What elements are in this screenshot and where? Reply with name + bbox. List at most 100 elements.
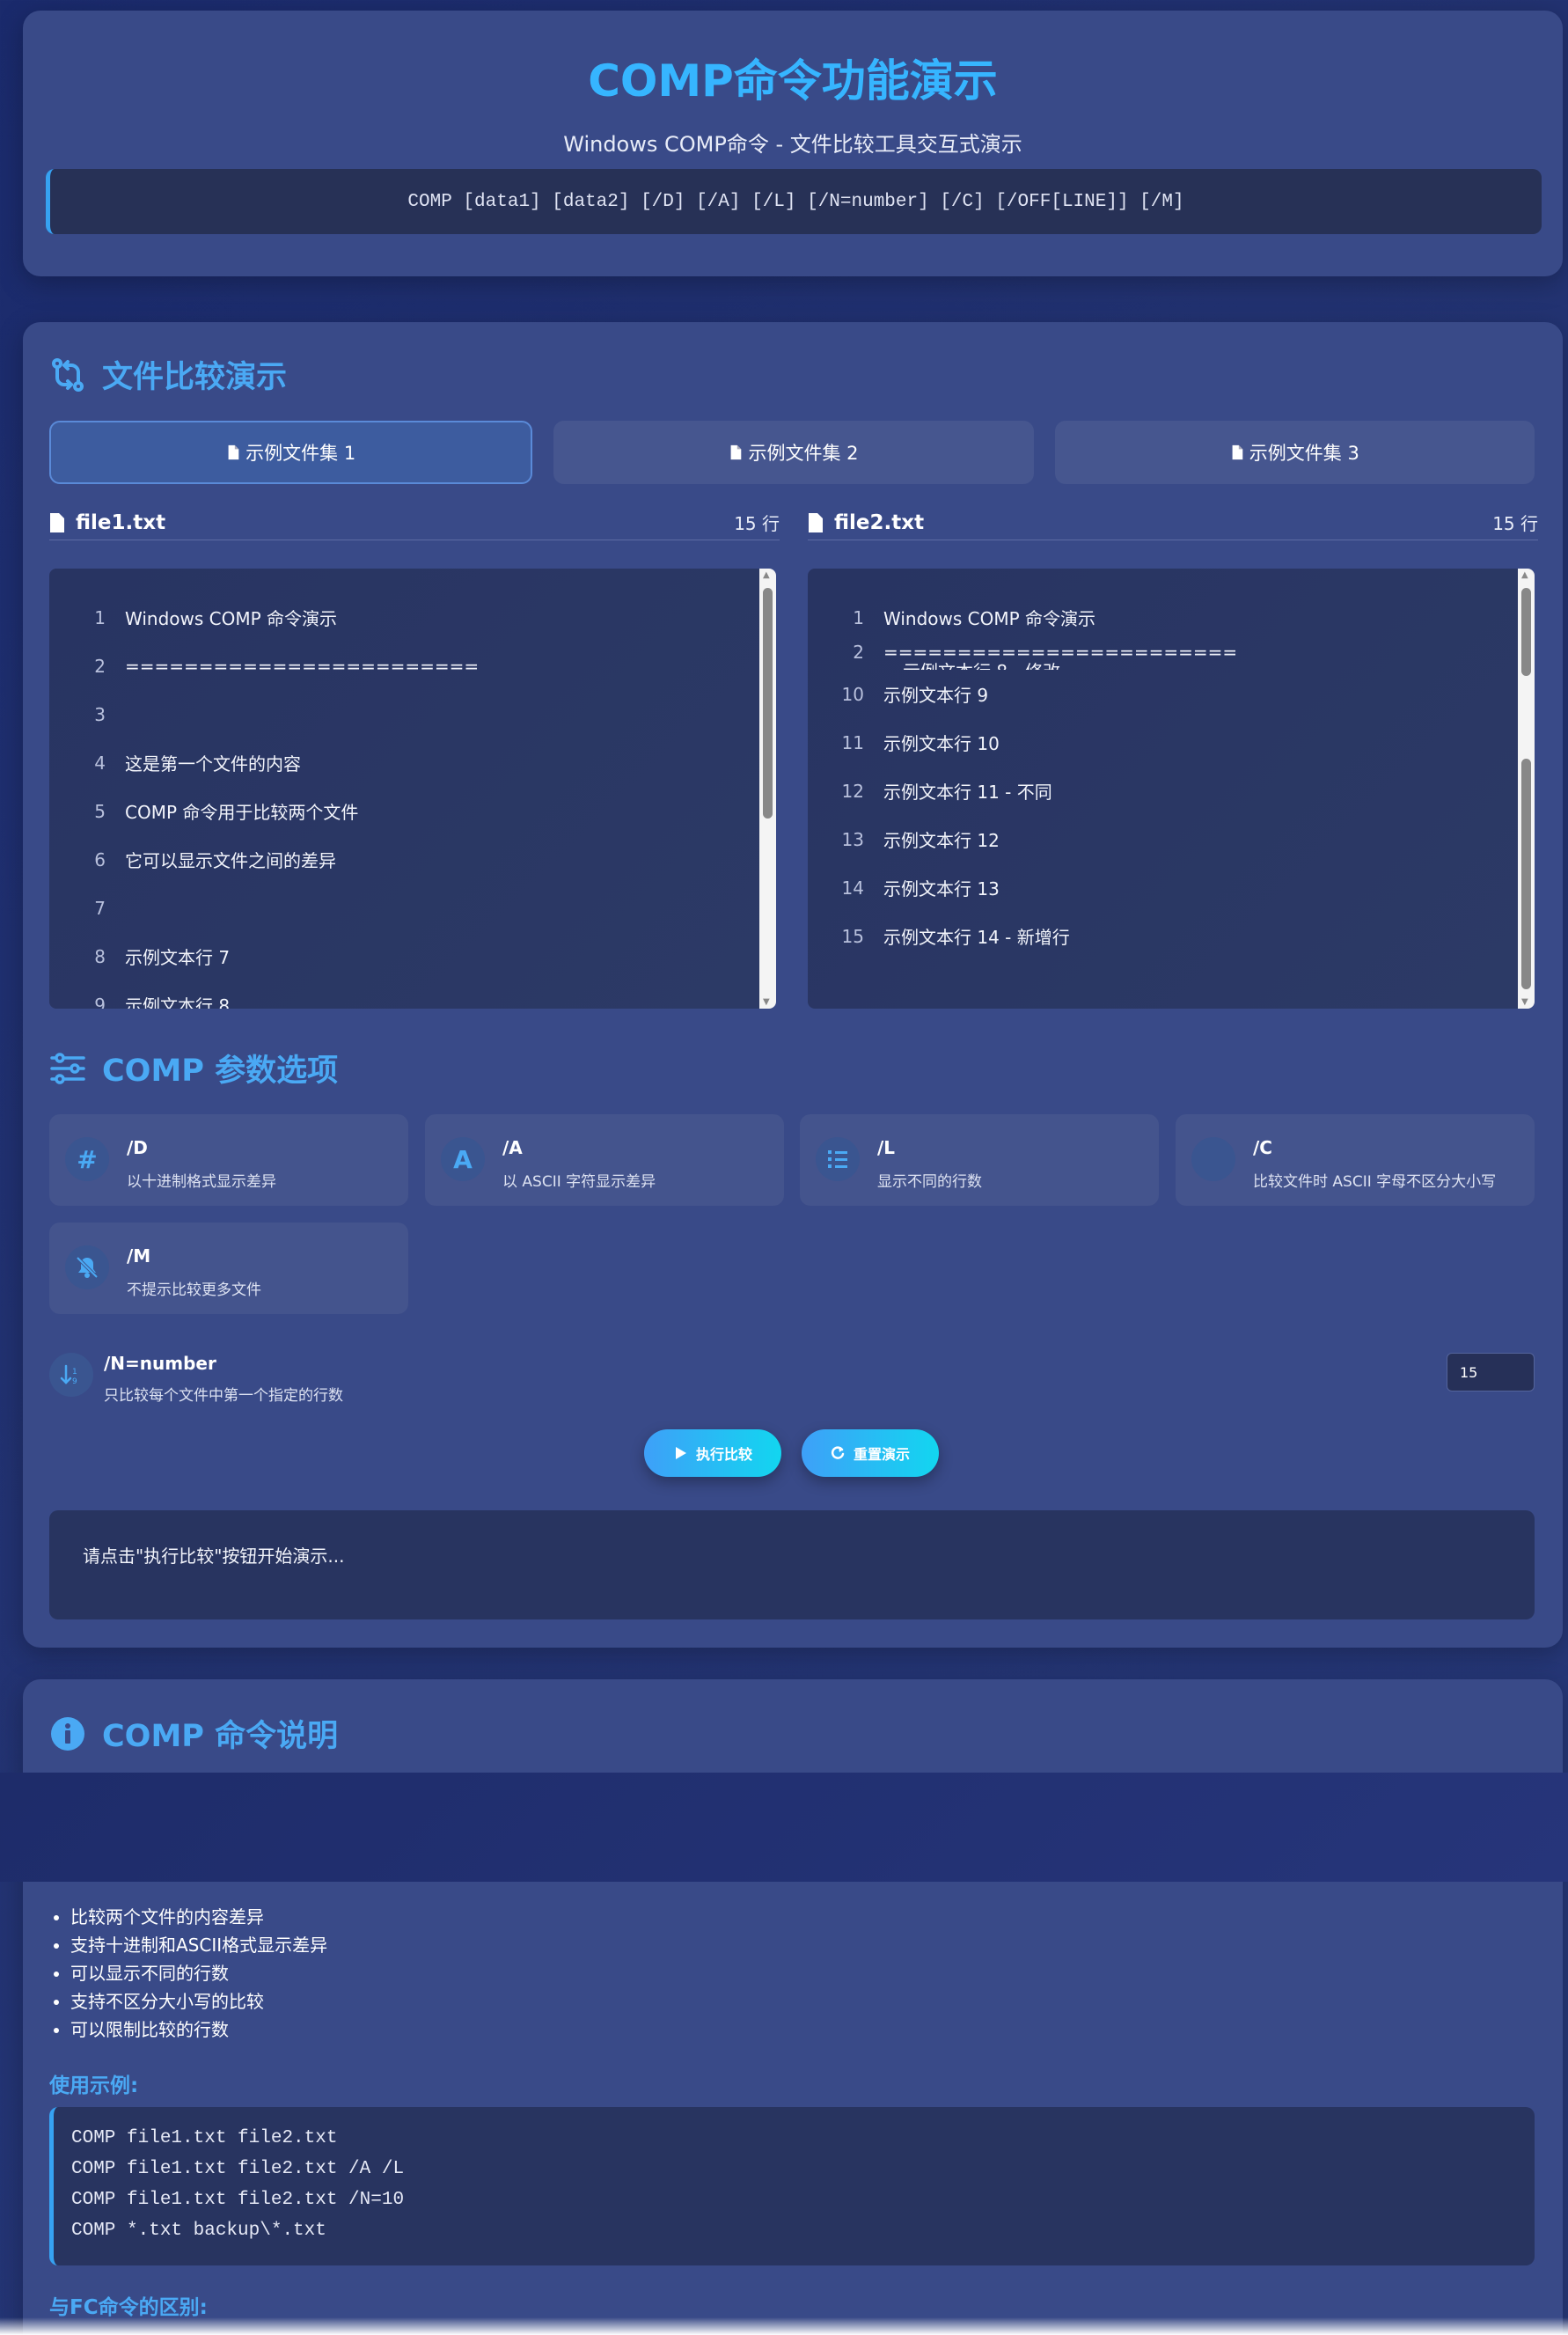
param-option-n: 19 /N=number 只比较每个文件中第一个指定的行数 <box>49 1347 1535 1405</box>
reset-demo-button[interactable]: 重置演示 <box>802 1429 939 1477</box>
list-item: 支持不区分大小写的比较 <box>70 1987 327 2016</box>
param-desc: 显示不同的行数 <box>877 1173 982 1191</box>
list-item: 10 示例文本行 9 <box>808 670 1512 718</box>
list-item: 可以限制比较的行数 <box>70 2016 327 2044</box>
list-item: 可以显示不同的行数 <box>70 1959 327 1987</box>
line-text: 示例文本行 11 - 不同 <box>883 782 1052 803</box>
compare-output: 请点击"执行比较"按钮开始演示... <box>49 1510 1535 1619</box>
tab-file-set-2[interactable]: 示例文件集 2 <box>553 421 1034 484</box>
param-option-a[interactable]: A /A 以 ASCII 字符显示差异 <box>425 1114 784 1206</box>
page-title: COMP命令功能演示 <box>588 55 998 106</box>
svg-text:1: 1 <box>72 1368 77 1377</box>
list-item: 6 它可以显示文件之间的差异 <box>49 835 753 884</box>
line-number: 15 <box>841 925 864 947</box>
param-desc: 比较文件时 ASCII 字母不区分大小写 <box>1253 1173 1497 1191</box>
scroll-down-arrow-icon[interactable]: ▼ <box>763 997 770 1007</box>
line-number: 14 <box>841 877 864 899</box>
line-text: ======================== <box>125 655 480 677</box>
line-text: COMP 命令用于比较两个文件 <box>125 802 359 823</box>
bottom-fade <box>0 2317 1568 2335</box>
list-item: 5 COMP 命令用于比较两个文件 <box>49 787 753 835</box>
feature-list: 比较两个文件的内容差异 支持十进制和ASCII格式显示差异 可以显示不同的行数 … <box>70 1903 327 2044</box>
line-number: 5 <box>94 800 106 822</box>
param-option-c[interactable]: /C 比较文件时 ASCII 字母不区分大小写 <box>1176 1114 1535 1206</box>
scroll-up-arrow-icon[interactable]: ▲ <box>1521 570 1528 580</box>
tab-file-set-1[interactable]: 示例文件集 1 <box>49 421 533 484</box>
file2-content[interactable]: 1 Windows COMP 命令演示 2 ====================… <box>808 569 1535 1009</box>
file2-header: file2.txt 15 行 <box>808 505 1538 540</box>
line-number: 13 <box>841 828 864 850</box>
line-text: 示例文本行 12 <box>883 830 1000 851</box>
run-compare-label: 执行比较 <box>695 1446 752 1463</box>
code-line: COMP *.txt backup\*.txt <box>71 2221 326 2241</box>
file-icon <box>1232 444 1243 460</box>
param-desc: 以 ASCII 字符显示差异 <box>502 1173 656 1191</box>
file2-scrollbar[interactable]: ▲ ▼ <box>1518 569 1535 1009</box>
line-number: 9 <box>94 994 106 1010</box>
list-item: 9 示例文本行 8 <box>49 980 753 1010</box>
scroll-up-arrow-icon[interactable]: ▲ <box>763 570 770 580</box>
param-option-d[interactable]: # /D 以十进制格式显示差异 <box>49 1114 408 1206</box>
line-text: 示例文本行 13 <box>883 878 1000 899</box>
param-option-l[interactable]: /L 显示不同的行数 <box>800 1114 1159 1206</box>
line-count-input[interactable] <box>1447 1353 1535 1391</box>
line-number: 1 <box>94 606 106 628</box>
demo-section-title-text: 文件比较演示 <box>102 360 288 395</box>
param-name: /D <box>127 1137 148 1158</box>
list-item: 12 示例文本行 11 - 不同 <box>808 767 1512 815</box>
line-number: 2 <box>94 655 106 677</box>
list-item: 7 <box>49 884 753 932</box>
header-card: COMP命令功能演示 Windows COMP命令 - 文件比较工具交互式演示 … <box>23 11 1563 276</box>
scrollbar-thumb[interactable] <box>1521 759 1531 989</box>
play-icon <box>675 1447 686 1459</box>
line-text: Windows COMP 命令演示 <box>125 608 338 629</box>
background-stripe <box>0 1773 1568 1882</box>
line-text: 示例文本行 9 <box>883 685 989 706</box>
file1-name: file1.txt <box>76 510 166 534</box>
list-item: 支持十进制和ASCII格式显示差异 <box>70 1931 327 1959</box>
line-number: 10 <box>841 683 864 705</box>
code-line: COMP file1.txt file2.txt /A /L <box>71 2159 405 2179</box>
file1-lines: 1 Windows COMP 命令演示 2 =====================… <box>49 593 753 1010</box>
file1-scrollbar[interactable]: ▲ ▼ <box>759 569 776 1009</box>
param-option-m[interactable]: /M 不提示比较更多文件 <box>49 1223 408 1314</box>
param-desc: 以十进制格式显示差异 <box>127 1173 276 1191</box>
scrollbar-thumb[interactable] <box>763 588 773 819</box>
scroll-down-arrow-icon[interactable]: ▼ <box>1521 997 1528 1007</box>
list-item: 11 示例文本行 10 <box>808 718 1512 767</box>
param-desc: 只比较每个文件中第一个指定的行数 <box>104 1387 343 1405</box>
file2-lines: 1 Windows COMP 命令演示 2 ====================… <box>808 593 1512 960</box>
code-line: COMP file1.txt file2.txt /N=10 <box>71 2190 405 2210</box>
line-number: 4 <box>94 752 106 774</box>
line-number: 11 <box>841 731 864 753</box>
param-name: /M <box>127 1245 151 1267</box>
file1-content[interactable]: 1 Windows COMP 命令演示 2 =====================… <box>49 569 776 1009</box>
list-item: 4 这是第一个文件的内容 <box>49 738 753 787</box>
demo-card: 文件比较演示 示例文件集 1 示例文件集 2 示例文件集 3 file1.txt… <box>23 322 1563 1648</box>
run-compare-button[interactable]: 执行比较 <box>644 1429 781 1477</box>
file1-line-count: 15 行 <box>734 513 780 534</box>
file-icon <box>50 512 64 532</box>
letter-a-icon: A <box>441 1137 485 1181</box>
tab-file-set-3[interactable]: 示例文件集 3 <box>1054 421 1535 484</box>
file2-line-count: 15 行 <box>1492 513 1538 534</box>
compare-arrows-icon <box>52 357 84 392</box>
examples-heading: 使用示例: <box>49 2074 139 2097</box>
command-syntax: COMP [data1] [data2] [/D] [/A] [/L] [/N=… <box>46 169 1542 234</box>
tab-label: 示例文件集 1 <box>245 443 356 464</box>
line-number: 2 <box>853 642 864 663</box>
partial-line-text: 示例文本行 8 - 修改 <box>903 657 1060 670</box>
line-text: 示例文本行 14 - 新增行 <box>883 927 1070 948</box>
line-text: 示例文本行 10 <box>883 733 1000 754</box>
scrollbar-thumb[interactable] <box>1521 588 1531 676</box>
file2-name: file2.txt <box>834 510 925 534</box>
file-set-tabs: 示例文件集 1 示例文件集 2 示例文件集 3 <box>49 421 1535 484</box>
line-number: 1 <box>853 606 864 628</box>
list-ol-icon <box>816 1137 860 1181</box>
list-item: 15 示例文本行 14 - 新增行 <box>808 912 1512 960</box>
param-name: /N=number <box>104 1353 216 1374</box>
param-desc: 不提示比较更多文件 <box>127 1281 261 1299</box>
line-number: 3 <box>94 703 106 725</box>
list-item: 3 <box>49 690 753 738</box>
tab-label: 示例文件集 3 <box>1249 443 1359 464</box>
